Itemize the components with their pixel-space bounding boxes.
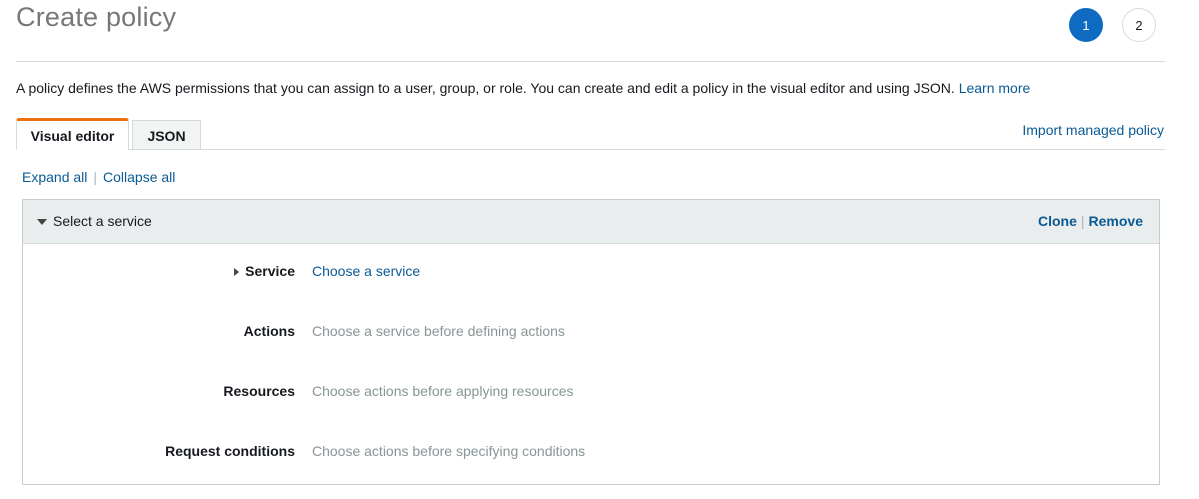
expand-collapse-controls: Expand all | Collapse all — [22, 169, 175, 185]
create-policy-page: Create policy 1 2 A policy defines the A… — [0, 0, 1199, 499]
tabs-divider — [16, 149, 1165, 150]
panel-actions: Clone | Remove — [1038, 213, 1143, 229]
link-separator: | — [93, 169, 98, 185]
caret-right-icon[interactable] — [234, 268, 239, 276]
request-conditions-label: Request conditions — [165, 443, 295, 459]
actions-label: Actions — [243, 323, 295, 339]
remove-button[interactable]: Remove — [1089, 213, 1143, 229]
import-managed-policy-link[interactable]: Import managed policy — [1022, 122, 1164, 138]
actions-placeholder: Choose a service before defining actions — [312, 323, 565, 339]
collapse-all-link[interactable]: Collapse all — [103, 169, 175, 185]
request-conditions-placeholder: Choose actions before specifying conditi… — [312, 443, 586, 459]
tab-json[interactable]: JSON — [132, 120, 201, 150]
description-text: A policy defines the AWS permissions tha… — [16, 80, 959, 96]
tab-visual-editor[interactable]: Visual editor — [16, 118, 129, 150]
request-conditions-row: Request conditions Choose actions before… — [23, 443, 1159, 463]
service-label[interactable]: Service — [245, 263, 295, 279]
panel-title[interactable]: Select a service — [53, 213, 152, 229]
expand-all-link[interactable]: Expand all — [22, 169, 87, 185]
service-row: Service Choose a service — [23, 263, 1159, 283]
step-2-indicator[interactable]: 2 — [1122, 8, 1156, 42]
resources-placeholder: Choose actions before applying resources — [312, 383, 574, 399]
panel-header[interactable]: Select a service Clone | Remove — [23, 200, 1159, 244]
clone-button[interactable]: Clone — [1038, 213, 1077, 229]
learn-more-link[interactable]: Learn more — [959, 80, 1031, 96]
page-title: Create policy — [16, 2, 177, 32]
caret-down-icon[interactable] — [37, 219, 47, 225]
actions-separator: | — [1080, 213, 1085, 229]
step-1-indicator[interactable]: 1 — [1069, 8, 1103, 42]
resources-label: Resources — [223, 383, 295, 399]
resources-row: Resources Choose actions before applying… — [23, 383, 1159, 403]
policy-statement-panel: Select a service Clone | Remove Service Ch… — [22, 199, 1160, 485]
policy-description: A policy defines the AWS permissions tha… — [16, 80, 1030, 96]
choose-service-link[interactable]: Choose a service — [312, 263, 420, 279]
header-divider — [16, 61, 1165, 62]
actions-row: Actions Choose a service before defining… — [23, 323, 1159, 343]
